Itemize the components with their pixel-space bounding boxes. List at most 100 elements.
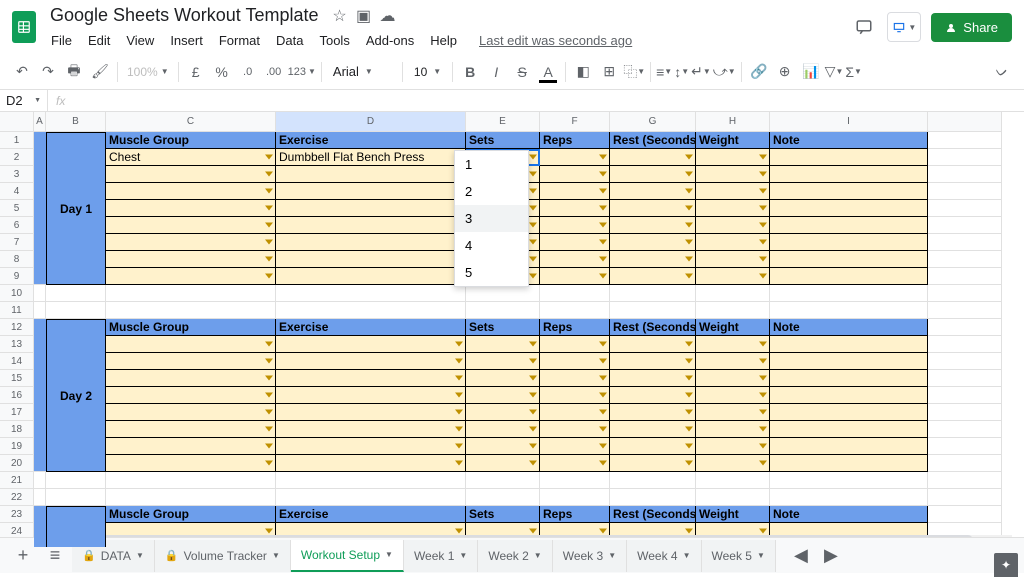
dropdown-arrow-icon[interactable] xyxy=(265,206,273,211)
dropdown-arrow-icon[interactable] xyxy=(599,240,607,245)
dropdown-arrow-icon[interactable] xyxy=(265,257,273,262)
paint-format-icon[interactable]: 🖌 xyxy=(88,60,112,84)
cell-15-7[interactable] xyxy=(696,370,770,387)
cell-5-9[interactable] xyxy=(928,200,1002,217)
cell-19-4[interactable] xyxy=(466,438,540,455)
dropdown-arrow-icon[interactable] xyxy=(455,376,463,381)
cell-1-2[interactable]: Muscle Group xyxy=(106,132,276,149)
cell-10-9[interactable] xyxy=(928,285,1002,302)
dropdown-arrow-icon[interactable] xyxy=(599,529,607,534)
col-header-E[interactable]: E xyxy=(466,112,540,132)
row-header-5[interactable]: 5 xyxy=(0,200,34,217)
cell-21-7[interactable] xyxy=(696,472,770,489)
dropdown-arrow-icon[interactable] xyxy=(685,359,693,364)
cell-6-5[interactable] xyxy=(540,217,610,234)
col-header-B[interactable]: B xyxy=(46,112,106,132)
row-header-2[interactable]: 2 xyxy=(0,149,34,166)
cell-8-9[interactable] xyxy=(928,251,1002,268)
cell-23-7[interactable]: Weight xyxy=(696,506,770,523)
dropdown-arrow-icon[interactable] xyxy=(265,223,273,228)
chart-icon[interactable]: 📊 xyxy=(799,60,823,84)
dropdown-arrow-icon[interactable] xyxy=(265,155,273,160)
dropdown-arrow-icon[interactable] xyxy=(685,223,693,228)
dropdown-arrow-icon[interactable] xyxy=(529,342,537,347)
cell-14-4[interactable] xyxy=(466,353,540,370)
cell-22-7[interactable] xyxy=(696,489,770,506)
cell-12-4[interactable]: Sets xyxy=(466,319,540,336)
dropdown-arrow-icon[interactable] xyxy=(265,274,273,279)
dropdown-arrow-icon[interactable] xyxy=(759,410,767,415)
cell-21-0[interactable] xyxy=(34,472,46,489)
col-header-F[interactable]: F xyxy=(540,112,610,132)
print-icon[interactable]: 🖶 xyxy=(62,60,86,84)
cell-4-9[interactable] xyxy=(928,183,1002,200)
cell-15-9[interactable] xyxy=(928,370,1002,387)
cell-7-5[interactable] xyxy=(540,234,610,251)
cell-3-9[interactable] xyxy=(928,166,1002,183)
cell-9-7[interactable] xyxy=(696,268,770,285)
dropdown-arrow-icon[interactable] xyxy=(599,461,607,466)
cell-14-5[interactable] xyxy=(540,353,610,370)
cell-1-3[interactable]: Exercise xyxy=(276,132,466,149)
explore-button[interactable]: ✦ xyxy=(994,553,1018,577)
text-color-icon[interactable]: A xyxy=(536,60,560,84)
cell-17-5[interactable] xyxy=(540,404,610,421)
cell-5-3[interactable] xyxy=(276,200,466,217)
row-header-6[interactable]: 6 xyxy=(0,217,34,234)
star-icon[interactable]: ☆ xyxy=(331,7,349,25)
dropdown-arrow-icon[interactable] xyxy=(455,393,463,398)
cell-18-6[interactable] xyxy=(610,421,696,438)
cell-11-5[interactable] xyxy=(540,302,610,319)
row-header-13[interactable]: 13 xyxy=(0,336,34,353)
dropdown-arrow-icon[interactable] xyxy=(455,444,463,449)
cell-19-2[interactable] xyxy=(106,438,276,455)
row-header-15[interactable]: 15 xyxy=(0,370,34,387)
filter-icon[interactable]: ▽▼ xyxy=(825,60,844,84)
dropdown-arrow-icon[interactable] xyxy=(759,342,767,347)
dropdown-arrow-icon[interactable] xyxy=(455,427,463,432)
dropdown-option-5[interactable]: 5 xyxy=(455,259,528,286)
dropdown-arrow-icon[interactable] xyxy=(685,274,693,279)
cell-9-2[interactable] xyxy=(106,268,276,285)
row-header-3[interactable]: 3 xyxy=(0,166,34,183)
dropdown-arrow-icon[interactable] xyxy=(685,410,693,415)
zoom-select[interactable]: 100%▼ xyxy=(123,65,173,79)
row-header-4[interactable]: 4 xyxy=(0,183,34,200)
cell-dropdown-menu[interactable]: 12345 xyxy=(454,150,529,287)
dropdown-arrow-icon[interactable] xyxy=(599,206,607,211)
dropdown-arrow-icon[interactable] xyxy=(529,393,537,398)
cell-6-9[interactable] xyxy=(928,217,1002,234)
cell-12-5[interactable]: Reps xyxy=(540,319,610,336)
dropdown-arrow-icon[interactable] xyxy=(599,342,607,347)
cell-9-6[interactable] xyxy=(610,268,696,285)
cell-21-9[interactable] xyxy=(928,472,1002,489)
cell-4-3[interactable] xyxy=(276,183,466,200)
cell-22-6[interactable] xyxy=(610,489,696,506)
dropdown-arrow-icon[interactable] xyxy=(529,189,537,194)
dropdown-arrow-icon[interactable] xyxy=(685,376,693,381)
cell-12-6[interactable]: Rest (Seconds) xyxy=(610,319,696,336)
row-header-8[interactable]: 8 xyxy=(0,251,34,268)
cell-11-8[interactable] xyxy=(770,302,928,319)
menu-help[interactable]: Help xyxy=(423,30,464,51)
row-header-18[interactable]: 18 xyxy=(0,421,34,438)
cell-13-9[interactable] xyxy=(928,336,1002,353)
dropdown-arrow-icon[interactable] xyxy=(599,189,607,194)
menu-file[interactable]: File xyxy=(44,30,79,51)
cell-14-8[interactable] xyxy=(770,353,928,370)
cell-10-6[interactable] xyxy=(610,285,696,302)
tab-menu-icon[interactable]: ▼ xyxy=(534,551,542,560)
dropdown-arrow-icon[interactable] xyxy=(599,257,607,262)
dropdown-arrow-icon[interactable] xyxy=(265,342,273,347)
cell-14-7[interactable] xyxy=(696,353,770,370)
cell-1-7[interactable]: Weight xyxy=(696,132,770,149)
cell-4-2[interactable] xyxy=(106,183,276,200)
tab-menu-icon[interactable]: ▼ xyxy=(683,551,691,560)
cell-1-5[interactable]: Reps xyxy=(540,132,610,149)
dropdown-arrow-icon[interactable] xyxy=(685,529,693,534)
dropdown-arrow-icon[interactable] xyxy=(759,223,767,228)
cell-13-6[interactable] xyxy=(610,336,696,353)
select-all[interactable] xyxy=(0,112,34,132)
dropdown-arrow-icon[interactable] xyxy=(759,461,767,466)
menu-tools[interactable]: Tools xyxy=(312,30,356,51)
